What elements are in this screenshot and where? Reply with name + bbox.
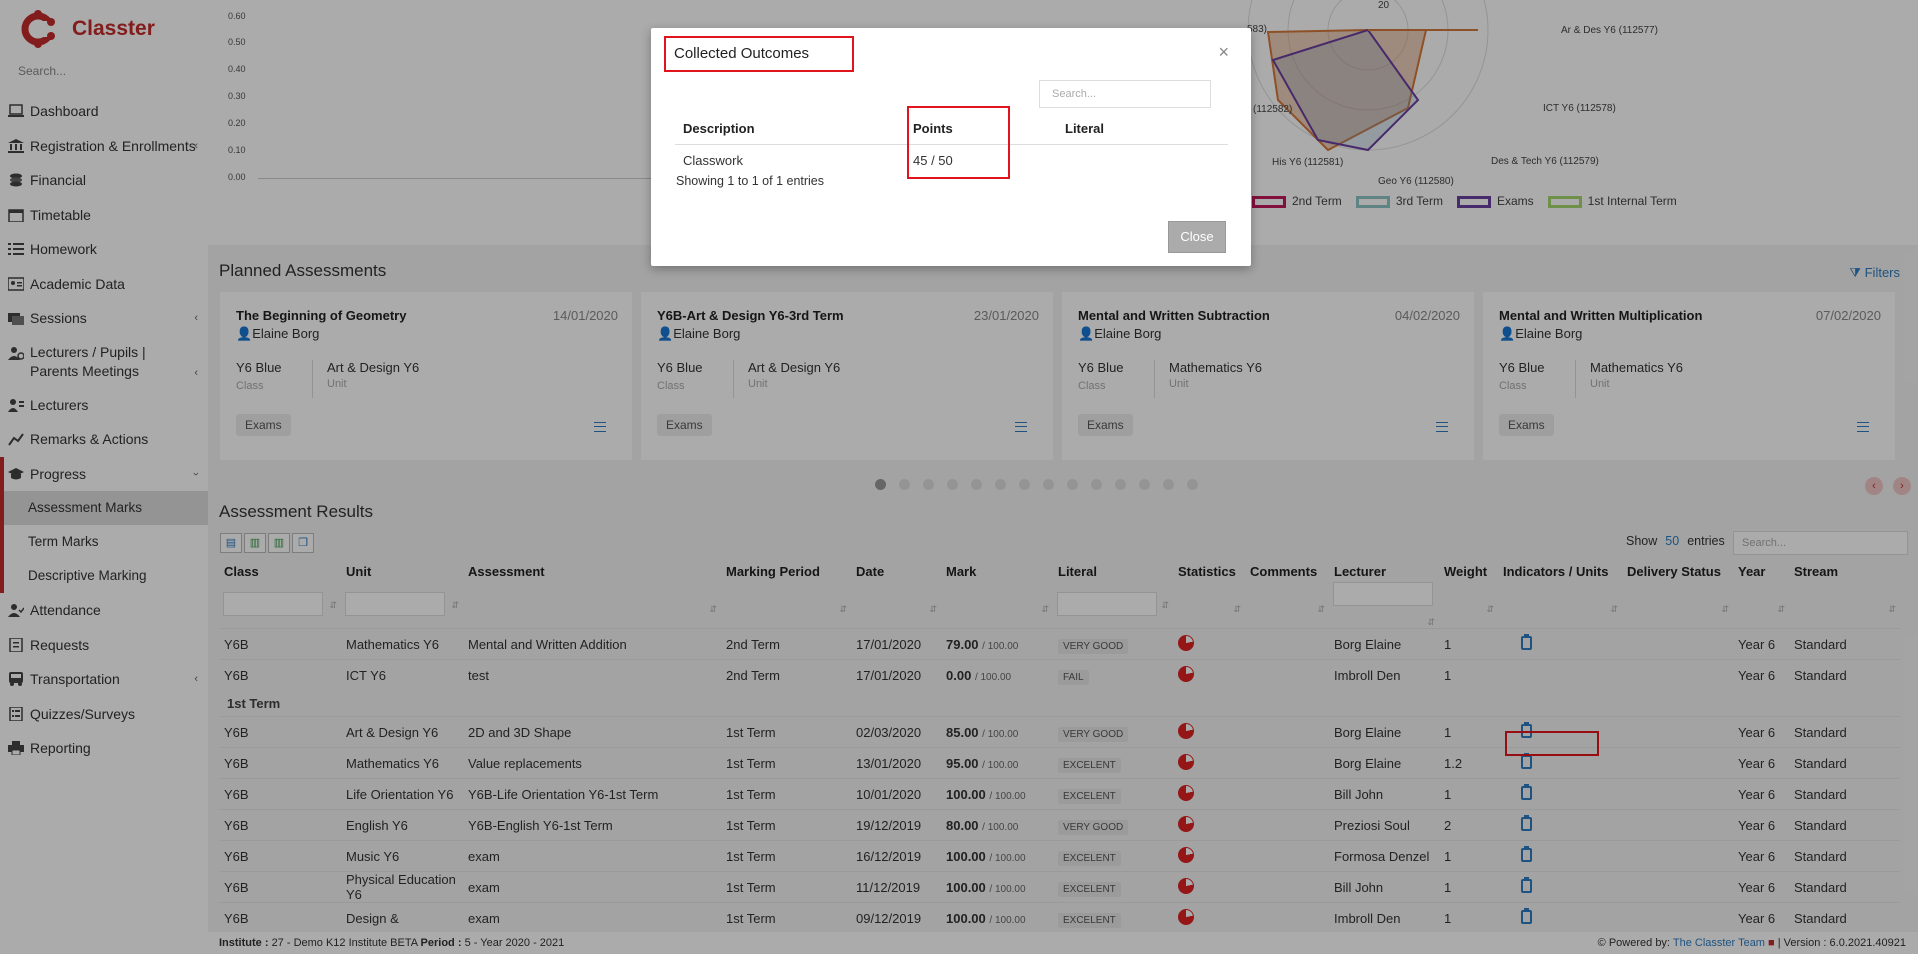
table-info: Showing 1 to 1 of 1 entries <box>676 174 825 188</box>
collected-outcomes-modal: Collected Outcomes × Search... Descripti… <box>651 28 1251 266</box>
close-button[interactable]: Close <box>1168 221 1226 253</box>
close-icon[interactable]: × <box>1218 42 1229 63</box>
modal-search-input[interactable]: Search... <box>1039 80 1211 108</box>
column-header[interactable]: Literal <box>1057 114 1228 145</box>
points-highlight-box <box>907 106 1010 179</box>
outcome-literal <box>1057 144 1228 176</box>
outcome-description: Classwork <box>683 152 743 168</box>
modal-title: Collected Outcomes <box>664 36 854 72</box>
column-header[interactable]: Description <box>675 114 905 145</box>
